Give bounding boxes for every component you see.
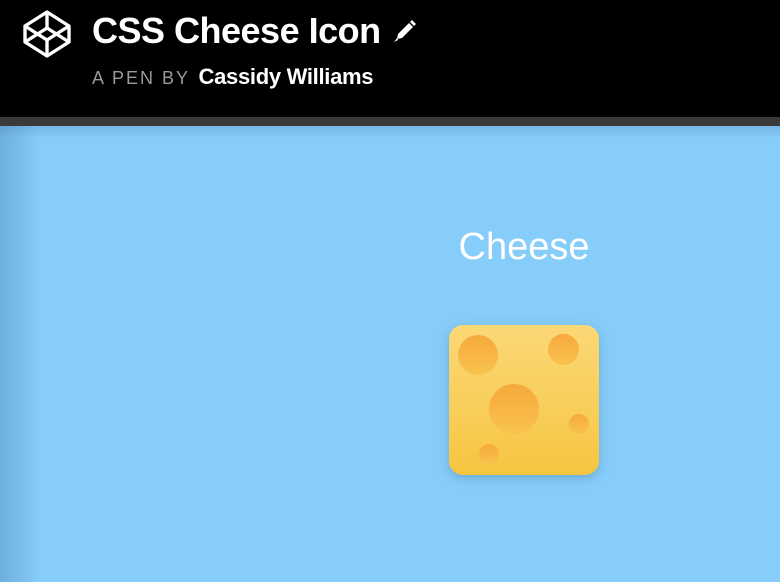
cheese-hole [458, 335, 498, 375]
cheese-hole [479, 444, 499, 464]
pen-header: CSS Cheese Icon A PEN BY Cassidy William… [0, 0, 780, 117]
cheese-hole [548, 334, 579, 365]
codepen-logo-icon[interactable] [21, 8, 73, 60]
author-link[interactable]: Cassidy Williams [199, 64, 374, 89]
preview-stage: Cheese [0, 126, 780, 582]
cheese-hole [489, 384, 539, 434]
byline-prefix: A PEN BY [92, 68, 191, 88]
byline: A PEN BY Cassidy Williams [92, 64, 374, 90]
stage-top-shadow [0, 126, 780, 138]
stage-edge-shadow [0, 126, 40, 582]
title-row: CSS Cheese Icon [92, 6, 417, 56]
cheese-label: Cheese [458, 226, 590, 268]
cheese-hole [569, 414, 589, 434]
pencil-icon[interactable] [391, 18, 417, 44]
header-divider [0, 117, 780, 126]
pen-title: CSS Cheese Icon [92, 10, 381, 51]
cheese-icon [449, 325, 599, 475]
